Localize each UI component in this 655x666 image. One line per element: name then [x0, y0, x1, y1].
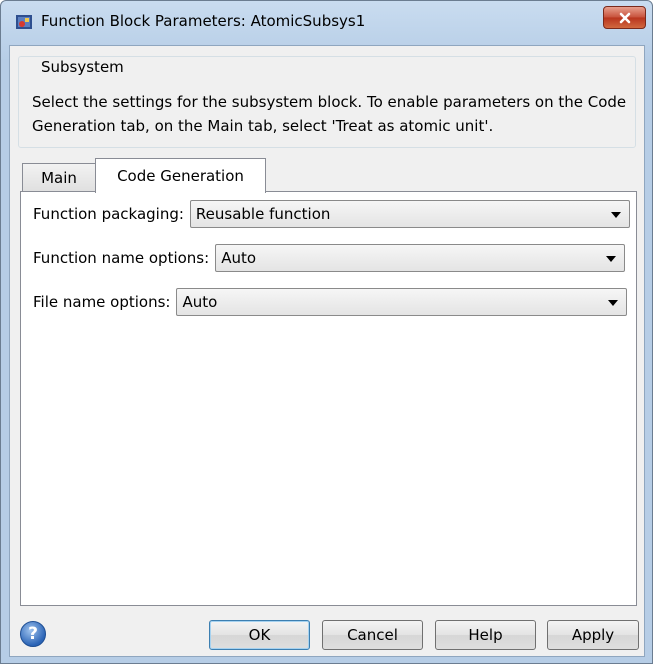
chevron-down-icon: [608, 300, 619, 306]
close-icon: [619, 12, 630, 23]
file-name-options-label: File name options:: [33, 293, 171, 311]
title-bar[interactable]: Function Block Parameters: AtomicSubsys1: [1, 1, 652, 45]
group-description: Select the settings for the subsystem bl…: [32, 93, 627, 135]
file-name-options-select[interactable]: Auto: [176, 288, 628, 316]
select-value: Auto: [221, 249, 257, 267]
select-value: Auto: [182, 293, 218, 311]
function-packaging-select[interactable]: Reusable function: [189, 200, 630, 228]
apply-button[interactable]: Apply: [547, 620, 639, 650]
close-button[interactable]: [603, 6, 646, 29]
function-packaging-label: Function packaging:: [33, 205, 184, 223]
dialog-client-area: Subsystem Select the settings for the su…: [9, 45, 645, 657]
tab-code-generation[interactable]: Code Generation: [95, 158, 266, 193]
tab-main[interactable]: Main: [22, 163, 96, 191]
code-generation-panel: Function packaging: Reusable function Fu…: [20, 191, 637, 606]
function-packaging-row: Function packaging: Reusable function: [33, 199, 630, 229]
dialog-window: Function Block Parameters: AtomicSubsys1…: [0, 0, 653, 664]
tab-strip: Main Code Generation: [20, 158, 640, 193]
tab-label: Code Generation: [117, 167, 244, 185]
window-title: Function Block Parameters: AtomicSubsys1: [41, 12, 366, 30]
function-name-options-select[interactable]: Auto: [215, 244, 626, 272]
help-button[interactable]: Help: [435, 620, 536, 650]
select-value: Reusable function: [195, 205, 331, 223]
ok-button[interactable]: OK: [209, 620, 310, 650]
help-icon[interactable]: ?: [20, 621, 46, 647]
file-name-options-row: File name options: Auto: [33, 287, 628, 317]
chevron-down-icon: [606, 256, 617, 262]
simulink-block-icon: [16, 15, 32, 29]
chevron-down-icon: [610, 212, 621, 218]
function-name-options-row: Function name options: Auto: [33, 243, 626, 273]
tab-label: Main: [41, 168, 77, 187]
cancel-button[interactable]: Cancel: [322, 620, 423, 650]
group-legend: Subsystem: [37, 58, 128, 76]
button-bar: ? OK Cancel Help Apply: [10, 618, 644, 654]
function-name-options-label: Function name options:: [33, 249, 210, 267]
